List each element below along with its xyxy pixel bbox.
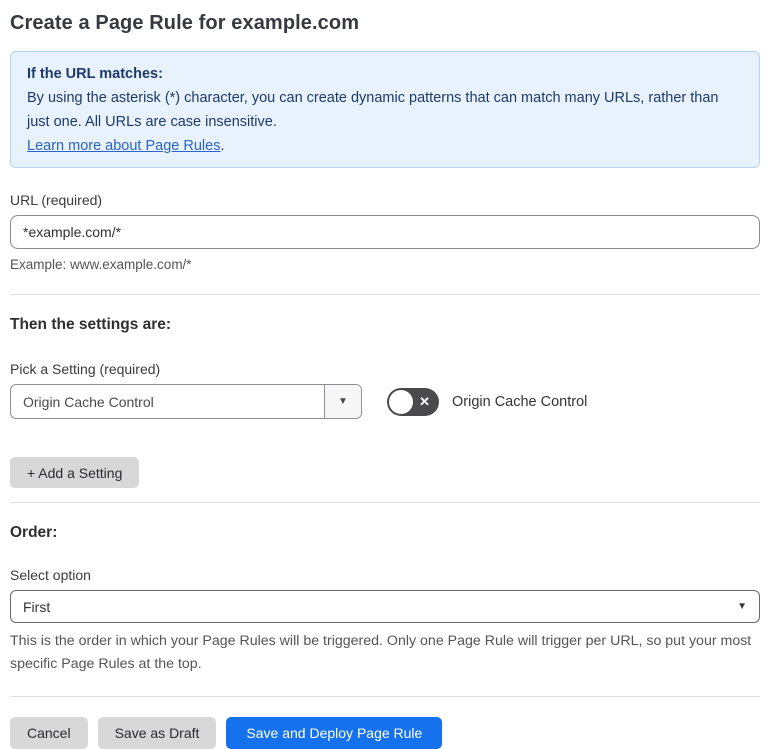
save-as-draft-button[interactable]: Save as Draft xyxy=(97,717,217,749)
setting-select[interactable]: Origin Cache Control ▼ xyxy=(10,384,362,419)
toggle-label: Origin Cache Control xyxy=(452,393,588,410)
setting-select-value: Origin Cache Control xyxy=(23,393,154,410)
page-title: Create a Page Rule for example.com xyxy=(10,12,360,34)
cancel-button[interactable]: Cancel xyxy=(10,717,88,749)
add-setting-button[interactable]: + Add a Setting xyxy=(10,457,140,488)
toggle-off-x-icon: ✕ xyxy=(419,393,430,409)
chevron-down-icon: ▼ xyxy=(737,601,747,612)
toggle-knob xyxy=(389,389,413,414)
url-field-label: URL (required) xyxy=(10,192,103,208)
info-box-body: By using the asterisk (*) character, you… xyxy=(27,90,719,130)
divider xyxy=(10,294,760,295)
setting-select-arrow-button[interactable]: ▼ xyxy=(324,385,361,418)
order-select-wrap: First ▼ xyxy=(10,590,760,623)
info-box-link-line: Learn more about Page Rules. xyxy=(27,134,743,158)
link-suffix: . xyxy=(220,138,225,154)
form-actions: Cancel Save as Draft Save and Deploy Pag… xyxy=(10,717,760,749)
pick-setting-label: Pick a Setting (required) xyxy=(10,361,161,377)
order-select-value: First xyxy=(23,598,51,615)
order-select-label: Select option xyxy=(10,567,91,583)
origin-cache-control-toggle[interactable]: ✕ xyxy=(387,387,439,416)
setting-row: Origin Cache Control ▼ ✕ Origin Cache Co… xyxy=(10,384,760,419)
divider xyxy=(10,696,760,697)
chevron-down-icon: ▼ xyxy=(338,396,348,407)
settings-section-heading: Then the settings are: xyxy=(10,316,172,333)
url-input[interactable] xyxy=(10,215,760,249)
url-match-info-box: If the URL matches: By using the asteris… xyxy=(10,51,760,168)
divider xyxy=(10,502,760,503)
learn-more-link[interactable]: Learn more about Page Rules xyxy=(27,138,220,154)
info-box-heading: If the URL matches: xyxy=(27,66,163,82)
save-and-deploy-button[interactable]: Save and Deploy Page Rule xyxy=(226,717,443,749)
create-page-rule-form: Create a Page Rule for example.com If th… xyxy=(0,0,770,749)
url-example-text: Example: www.example.com/* xyxy=(10,257,192,272)
order-section-heading: Order: xyxy=(10,524,58,541)
order-help-text: This is the order in which your Page Rul… xyxy=(10,633,752,672)
order-select[interactable]: First ▼ xyxy=(10,590,760,623)
